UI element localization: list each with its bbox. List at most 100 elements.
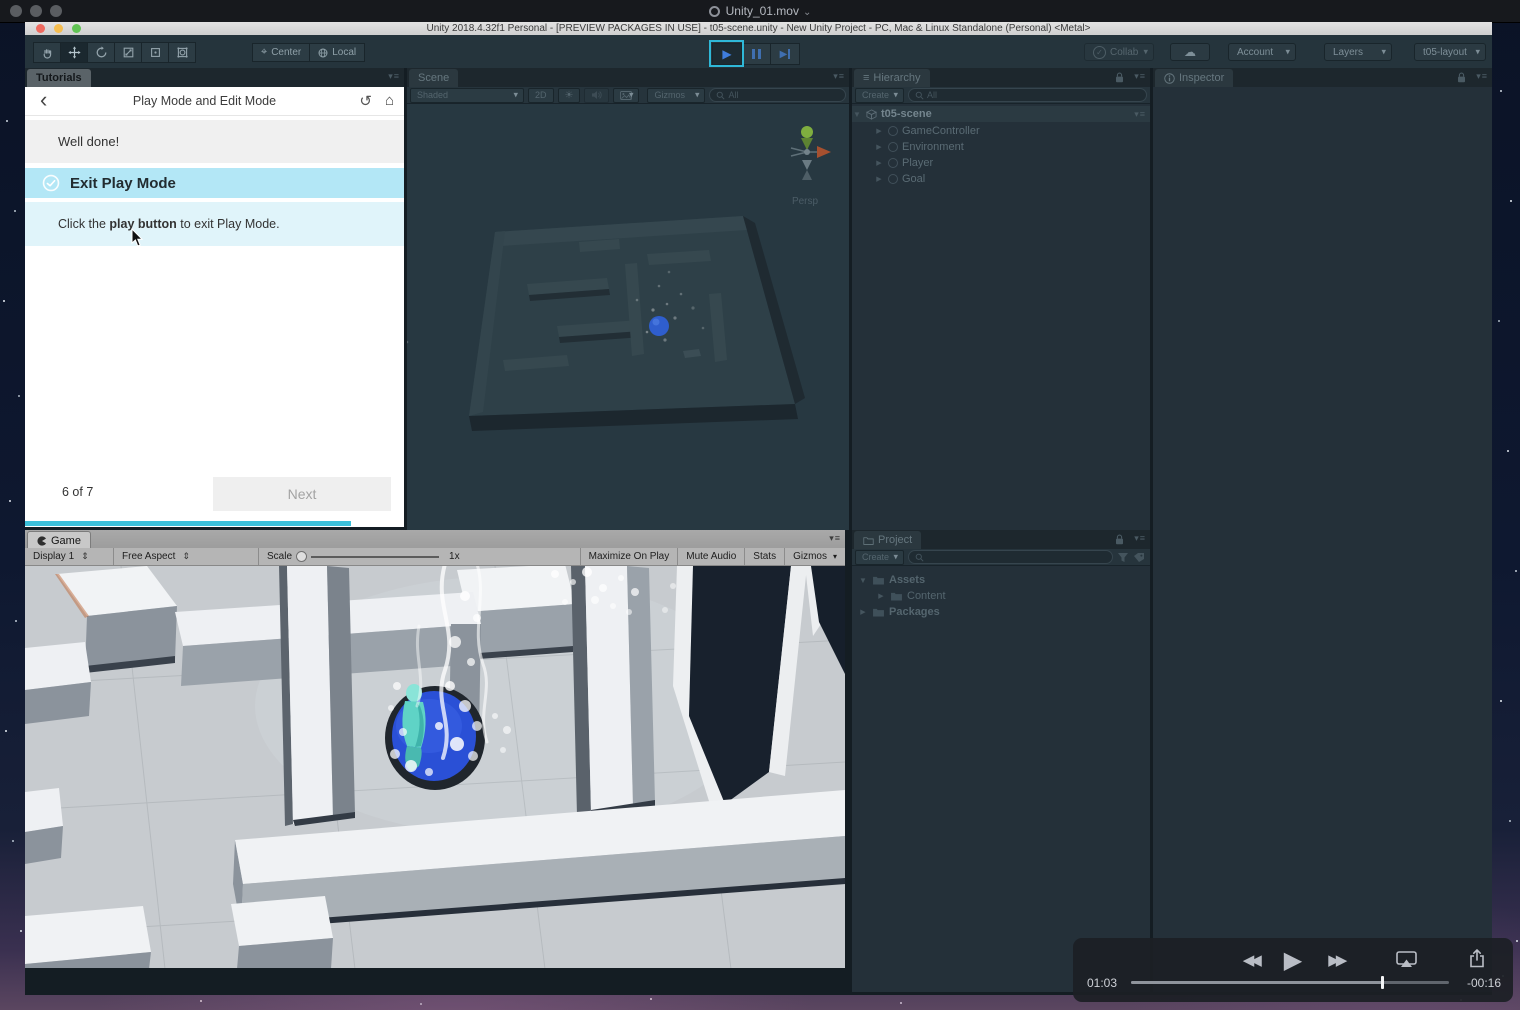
search-icon xyxy=(716,91,725,100)
project-toolbar: Create xyxy=(852,549,1150,566)
hierarchy-create-button[interactable]: Create xyxy=(855,87,905,103)
scene-viewport[interactable]: Persp xyxy=(407,104,849,530)
lock-icon[interactable] xyxy=(1115,534,1124,545)
maximize-on-play-button[interactable]: Maximize On Play xyxy=(581,548,678,565)
perspective-label[interactable]: Persp xyxy=(775,196,835,207)
rewind-icon[interactable] xyxy=(1243,951,1258,970)
scene-row-menu-icon[interactable] xyxy=(1134,109,1146,120)
foldout-icon[interactable]: ▶ xyxy=(874,143,884,151)
scene-effects-dropdown[interactable] xyxy=(613,87,640,103)
account-label: Account xyxy=(1237,46,1274,58)
move-tool-button[interactable] xyxy=(60,42,87,63)
foldout-icon[interactable]: ▶ xyxy=(876,592,886,600)
restart-icon[interactable] xyxy=(359,92,372,111)
scale-slider[interactable]: Scale 1x xyxy=(259,548,468,565)
scene-lighting-button[interactable]: ☀ xyxy=(557,87,581,103)
lock-icon[interactable] xyxy=(1457,72,1466,83)
qt-playhead[interactable] xyxy=(1381,976,1385,989)
tab-project[interactable]: Project xyxy=(854,531,922,549)
layout-dropdown[interactable]: t05-layout xyxy=(1414,43,1486,61)
scale-slider-track[interactable] xyxy=(311,555,440,558)
panel-menu-icon[interactable] xyxy=(388,71,400,82)
qt-play-icon[interactable] xyxy=(1284,946,1302,975)
qt-progress-track[interactable] xyxy=(1131,976,1449,989)
inspector-panel: Inspector xyxy=(1153,68,1492,992)
game-toolbar: Display 1 Free Aspect Scale 1x Maximize … xyxy=(25,548,845,566)
quicktime-titlebar: Unity_01.mov ⌄ xyxy=(0,0,1520,23)
foldout-open-icon[interactable]: ▼ xyxy=(858,576,868,585)
transform-tool-button[interactable] xyxy=(168,42,196,63)
panel-menu-icon[interactable] xyxy=(1476,71,1488,82)
scene-gizmos-dropdown[interactable]: Gizmos xyxy=(647,87,706,103)
account-dropdown[interactable]: Account xyxy=(1228,43,1296,61)
toggle-2d-button[interactable]: 2D xyxy=(528,87,554,103)
home-icon[interactable] xyxy=(385,92,394,110)
pause-button[interactable] xyxy=(741,43,770,65)
foldout-icon[interactable]: ▶ xyxy=(874,175,884,183)
tab-hierarchy[interactable]: Hierarchy xyxy=(854,69,930,87)
scene-orientation-gizmo[interactable] xyxy=(779,122,835,184)
panel-menu-icon[interactable] xyxy=(833,71,845,82)
image-icon xyxy=(620,90,633,100)
mute-audio-button[interactable]: Mute Audio xyxy=(678,548,744,565)
qt-title-chevron-icon[interactable]: ⌄ xyxy=(803,7,811,18)
pivot-local-button[interactable]: Local xyxy=(309,43,366,62)
gameobject-icon xyxy=(888,142,898,152)
search-icon xyxy=(915,553,924,562)
tab-scene[interactable]: Scene xyxy=(409,69,459,87)
display-dropdown[interactable]: Display 1 xyxy=(25,548,113,565)
foldout-open-icon[interactable]: ▼ xyxy=(852,110,862,119)
hand-tool-button[interactable] xyxy=(33,42,60,63)
project-item-assets[interactable]: ▼ Assets xyxy=(852,572,1150,588)
scale-tool-button[interactable] xyxy=(114,42,141,63)
next-button[interactable]: Next xyxy=(213,477,391,511)
foldout-icon[interactable]: ▶ xyxy=(874,127,884,135)
layers-dropdown[interactable]: Layers xyxy=(1324,43,1392,61)
rotate-tool-button[interactable] xyxy=(87,42,114,63)
share-icon[interactable] xyxy=(1469,949,1485,968)
back-icon[interactable] xyxy=(40,90,47,112)
lock-icon[interactable] xyxy=(1115,72,1124,83)
draw-mode-dropdown[interactable]: Shaded xyxy=(410,87,524,103)
hierarchy-search-input[interactable]: All xyxy=(908,88,1147,102)
game-viewport[interactable] xyxy=(25,565,845,968)
fast-forward-icon[interactable] xyxy=(1328,951,1343,970)
active-step-row[interactable]: Exit Play Mode xyxy=(25,168,404,198)
project-item-packages[interactable]: ▶ Packages xyxy=(852,604,1150,620)
game-gizmos-dropdown[interactable]: Gizmos ▾ xyxy=(785,548,845,565)
inspector-body xyxy=(1153,87,1492,992)
rect-tool-button[interactable] xyxy=(141,42,168,63)
cloud-services-button[interactable] xyxy=(1170,43,1210,61)
foldout-icon[interactable]: ▶ xyxy=(858,608,868,616)
project-create-button[interactable]: Create xyxy=(855,549,905,565)
project-item-content[interactable]: ▶ Content xyxy=(852,588,1150,604)
project-search-input[interactable] xyxy=(908,550,1113,564)
instruction-prefix: Click the xyxy=(58,217,110,231)
panel-menu-icon[interactable] xyxy=(1134,71,1146,82)
hierarchy-item-environment[interactable]: ▶ Environment xyxy=(852,139,1150,155)
scale-slider-knob[interactable] xyxy=(296,551,308,562)
scene-search-input[interactable]: All xyxy=(709,88,846,102)
tab-tutorials[interactable]: Tutorials xyxy=(27,69,91,87)
hierarchy-item-player[interactable]: ▶ Player xyxy=(852,155,1150,171)
pivot-center-button[interactable]: ⌖ Center xyxy=(252,43,310,62)
aspect-dropdown[interactable]: Free Aspect xyxy=(114,548,258,565)
scene-panel: Scene Shaded 2D ☀ Gizmos All xyxy=(407,68,849,530)
tab-inspector[interactable]: Inspector xyxy=(1155,69,1234,87)
scene-audio-button[interactable] xyxy=(584,87,610,103)
stats-button[interactable]: Stats xyxy=(745,548,784,565)
project-tabbar: Project xyxy=(852,530,1150,549)
collab-dropdown[interactable]: ✓ Collab xyxy=(1084,43,1154,61)
panel-menu-icon[interactable] xyxy=(1134,533,1146,544)
foldout-icon[interactable]: ▶ xyxy=(874,159,884,167)
play-button[interactable] xyxy=(712,43,741,65)
hierarchy-item-goal[interactable]: ▶ Goal xyxy=(852,171,1150,187)
step-button[interactable] xyxy=(770,43,800,65)
panel-menu-icon[interactable] xyxy=(829,533,841,544)
search-by-label-icon[interactable] xyxy=(1133,552,1145,563)
hierarchy-item-gamecontroller[interactable]: ▶ GameController xyxy=(852,123,1150,139)
search-by-type-icon[interactable] xyxy=(1117,552,1129,563)
scene-row[interactable]: ▼ t05-scene xyxy=(852,106,1150,122)
airplay-icon[interactable] xyxy=(1396,951,1417,968)
scene-name: t05-scene xyxy=(881,108,932,120)
